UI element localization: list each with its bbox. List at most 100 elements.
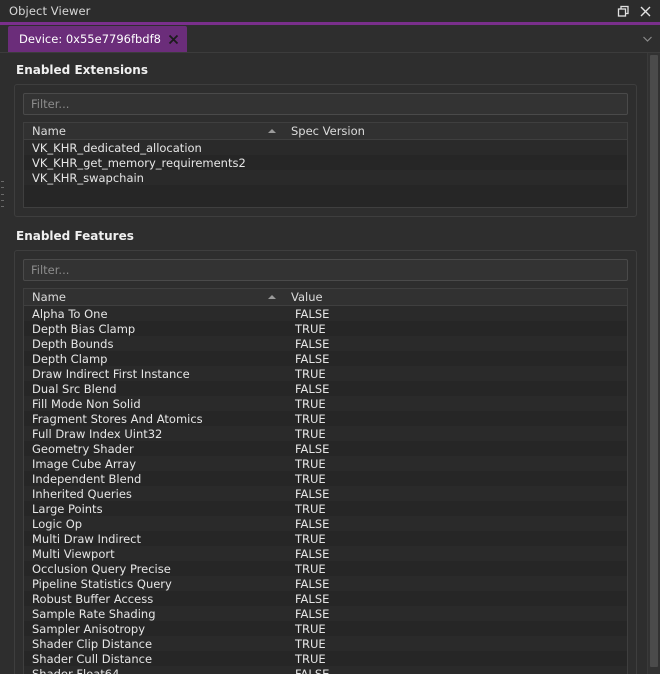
cell-value: FALSE	[295, 336, 330, 351]
cell-name: Geometry Shader	[32, 441, 134, 456]
cell-name: Fragment Stores And Atomics	[32, 411, 203, 426]
close-icon[interactable]	[634, 1, 656, 21]
cell-name: Alpha To One	[32, 306, 108, 321]
column-header-value-label: Value	[291, 290, 323, 304]
cell-value: FALSE	[295, 666, 330, 674]
tab-bar-spacer	[187, 25, 634, 52]
column-header-spec-version[interactable]: Spec Version	[289, 123, 627, 139]
cell-name: Shader Cull Distance	[32, 651, 153, 666]
table-row[interactable]: Logic Op FALSE	[24, 516, 627, 531]
table-row[interactable]: Depth Bias Clamp TRUE	[24, 321, 627, 336]
table-row[interactable]: Shader Clip Distance TRUE	[24, 636, 627, 651]
table-row[interactable]: VK_KHR_swapchain	[24, 170, 627, 185]
cell-value: FALSE	[295, 381, 330, 396]
cell-value: TRUE	[295, 321, 326, 336]
cell-value: TRUE	[295, 426, 326, 441]
page-title: Object Viewer	[9, 4, 91, 18]
table-row[interactable]: Multi Viewport FALSE	[24, 546, 627, 561]
sort-ascending-icon	[268, 129, 276, 133]
cell-name: VK_KHR_swapchain	[32, 170, 144, 185]
sort-ascending-icon	[268, 295, 276, 299]
section-title-features: Enabled Features	[16, 229, 134, 243]
cell-name: Shader Clip Distance	[32, 636, 153, 651]
object-viewer-window: Object Viewer Device: 0x55e7796fbdf8 Ena…	[0, 0, 660, 674]
table-row[interactable]: Shader Cull Distance TRUE	[24, 651, 627, 666]
features-table-body: Alpha To One FALSE Depth Bias Clamp TRUE Dep…	[24, 306, 627, 674]
cell-value: TRUE	[295, 411, 326, 426]
column-header-name-label: Name	[32, 290, 66, 304]
column-header-name[interactable]: Name	[24, 289, 289, 305]
table-row[interactable]: Large Points TRUE	[24, 501, 627, 516]
content-area: Enabled Extensions Name Spec Version VK_…	[0, 53, 660, 674]
scroll-content: Enabled Extensions Name Spec Version VK_…	[0, 53, 647, 674]
table-row[interactable]: Alpha To One FALSE	[24, 306, 627, 321]
table-row[interactable]: Depth Clamp FALSE	[24, 351, 627, 366]
cell-name: Depth Clamp	[32, 351, 108, 366]
table-row[interactable]: Fill Mode Non Solid TRUE	[24, 396, 627, 411]
vertical-scrollbar[interactable]	[647, 53, 660, 674]
table-row[interactable]: Inherited Queries FALSE	[24, 486, 627, 501]
cell-value: FALSE	[295, 576, 330, 591]
cell-value: TRUE	[295, 561, 326, 576]
table-row[interactable]: Sampler Anisotropy TRUE	[24, 621, 627, 636]
cell-value: TRUE	[295, 501, 326, 516]
features-filter-input[interactable]	[23, 259, 628, 281]
extensions-table: Name Spec Version VK_KHR_dedicated_alloc…	[23, 122, 628, 208]
chevron-down-icon[interactable]	[634, 25, 660, 52]
cell-name: Independent Blend	[32, 471, 142, 486]
extensions-table-header: Name Spec Version	[24, 123, 627, 140]
cell-value: FALSE	[295, 441, 330, 456]
column-header-name-label: Name	[32, 124, 66, 138]
table-row[interactable]: Pipeline Statistics Query FALSE	[24, 576, 627, 591]
table-row[interactable]: Robust Buffer Access FALSE	[24, 591, 627, 606]
vertical-scrollbar-thumb[interactable]	[650, 55, 658, 667]
cell-value: TRUE	[295, 471, 326, 486]
table-row[interactable]: Multi Draw Indirect TRUE	[24, 531, 627, 546]
close-icon[interactable]	[168, 34, 179, 45]
table-row[interactable]: Dual Src Blend FALSE	[24, 381, 627, 396]
table-row[interactable]: VK_KHR_dedicated_allocation	[24, 140, 627, 155]
tab-device-label: Device: 0x55e7796fbdf8	[19, 32, 161, 46]
table-row[interactable]: Full Draw Index Uint32 TRUE	[24, 426, 627, 441]
cell-name: VK_KHR_get_memory_requirements2	[32, 155, 246, 170]
cell-value: TRUE	[295, 651, 326, 666]
table-row[interactable]: Sample Rate Shading FALSE	[24, 606, 627, 621]
table-row[interactable]: Occlusion Query Precise TRUE	[24, 561, 627, 576]
table-row[interactable]: VK_KHR_get_memory_requirements2	[24, 155, 627, 170]
cell-name: Depth Bias Clamp	[32, 321, 136, 336]
table-row[interactable]: Fragment Stores And Atomics TRUE	[24, 411, 627, 426]
cell-name: Occlusion Query Precise	[32, 561, 171, 576]
cell-value: TRUE	[295, 531, 326, 546]
cell-value: FALSE	[295, 486, 330, 501]
cell-value: FALSE	[295, 606, 330, 621]
cell-name: Fill Mode Non Solid	[32, 396, 141, 411]
table-row[interactable]: Draw Indirect First Instance TRUE	[24, 366, 627, 381]
cell-name: Large Points	[32, 501, 103, 516]
table-row[interactable]: Shader Float64 FALSE	[24, 666, 627, 674]
restore-icon[interactable]	[612, 1, 634, 21]
cell-value: TRUE	[295, 366, 326, 381]
table-row[interactable]: Geometry Shader FALSE	[24, 441, 627, 456]
cell-value: FALSE	[295, 516, 330, 531]
cell-value: TRUE	[295, 456, 326, 471]
cell-name: VK_KHR_dedicated_allocation	[32, 140, 202, 155]
cell-name: Sampler Anisotropy	[32, 621, 146, 636]
cell-value: TRUE	[295, 636, 326, 651]
table-row[interactable]: Independent Blend TRUE	[24, 471, 627, 486]
extensions-filter-input[interactable]	[23, 93, 628, 115]
features-table: Name Value Alpha To One FALSE Depth Bias C…	[23, 288, 628, 674]
table-row[interactable]: Depth Bounds FALSE	[24, 336, 627, 351]
column-header-spec-version-label: Spec Version	[291, 124, 365, 138]
table-row[interactable]: Image Cube Array TRUE	[24, 456, 627, 471]
cell-name: Inherited Queries	[32, 486, 132, 501]
column-header-name[interactable]: Name	[24, 123, 289, 139]
cell-value: TRUE	[295, 621, 326, 636]
cell-value: FALSE	[295, 591, 330, 606]
cell-name: Multi Draw Indirect	[32, 531, 142, 546]
column-header-value[interactable]: Value	[289, 289, 627, 305]
cell-name: Depth Bounds	[32, 336, 114, 351]
features-table-header: Name Value	[24, 289, 627, 306]
splitter-handle[interactable]	[1, 181, 5, 207]
cell-value: FALSE	[295, 306, 330, 321]
tab-device[interactable]: Device: 0x55e7796fbdf8	[8, 26, 187, 52]
